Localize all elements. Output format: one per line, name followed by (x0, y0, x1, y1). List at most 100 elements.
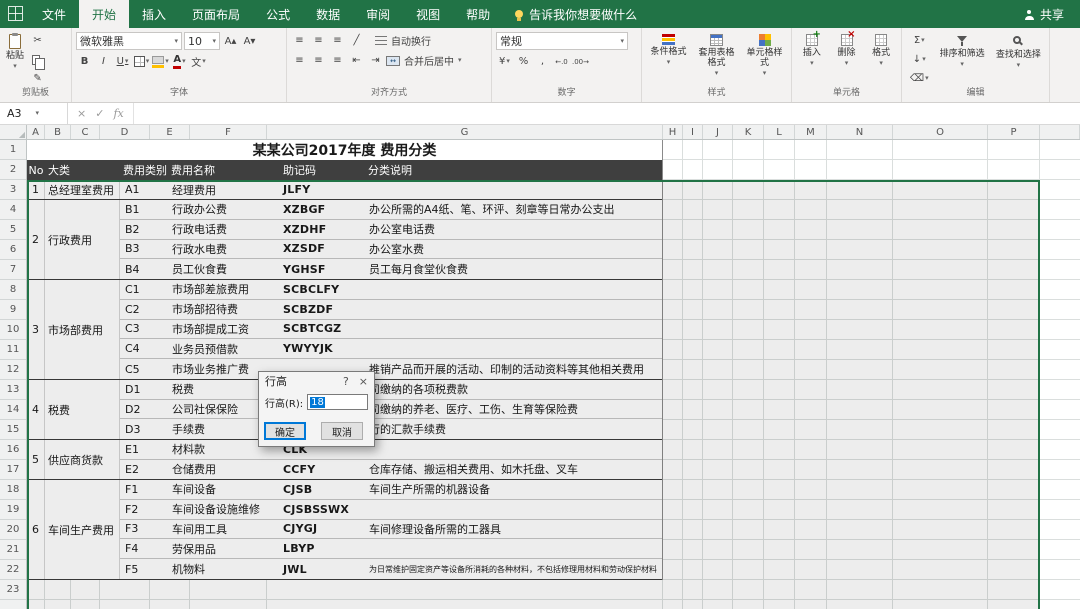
formula-input[interactable] (134, 103, 1080, 124)
cell-mnemonic[interactable]: XZBGF (280, 203, 365, 216)
cell-expense-name[interactable]: 劳保用品 (168, 541, 280, 557)
column-header-D[interactable]: D (100, 125, 150, 139)
cell-category[interactable]: 总经理室费用 (45, 180, 120, 199)
cell-expense-name[interactable]: 员工伙食費 (168, 261, 280, 277)
increase-indent-button[interactable]: ⇥ (367, 52, 384, 69)
cell-mnemonic[interactable]: SCBCLFY (280, 283, 365, 296)
cell-expense-code[interactable]: F2 (120, 503, 168, 516)
select-all-corner[interactable]: ◢ (0, 125, 27, 140)
number-format-select[interactable]: 常规 ▾ (496, 32, 628, 50)
find-select-button[interactable]: 查找和选择 ▾ (992, 32, 1045, 87)
cell-mnemonic[interactable]: YWYYJK (280, 342, 365, 355)
cell-description[interactable]: 车间生产所需的机器设备 (365, 481, 662, 497)
cell-expense-code[interactable]: B2 (120, 223, 168, 236)
tab-公式[interactable]: 公式 (253, 0, 303, 28)
row-header-14[interactable]: 14 (0, 400, 26, 420)
column-header-C[interactable]: C (71, 125, 100, 139)
cell-expense-name[interactable]: 业务员预借款 (168, 341, 280, 357)
tab-视图[interactable]: 视图 (403, 0, 453, 28)
sort-filter-button[interactable]: 排序和筛选 ▾ (936, 32, 989, 87)
align-right-button[interactable]: ≡ (329, 52, 346, 69)
row-header-18[interactable]: 18 (0, 480, 26, 500)
row-header-11[interactable]: 11 (0, 340, 26, 360)
row-height-input[interactable]: 18 (307, 394, 368, 410)
cell-expense-code[interactable]: B3 (120, 242, 168, 255)
column-header-K[interactable]: K (733, 125, 764, 139)
row-header-20[interactable]: 20 (0, 520, 26, 540)
row-header-6[interactable]: 6 (0, 240, 26, 260)
cell-expense-name[interactable]: 仓储费用 (168, 461, 280, 477)
row-header-2[interactable]: 2 (0, 160, 26, 180)
font-name-select[interactable]: 微软雅黑 ▾ (76, 32, 182, 50)
align-left-button[interactable]: ≡ (291, 52, 308, 69)
font-color-button[interactable]: A▾ (171, 53, 188, 70)
column-header-F[interactable]: F (190, 125, 267, 139)
row-header-17[interactable]: 17 (0, 460, 26, 480)
cell-expense-code[interactable]: B1 (120, 203, 168, 216)
cell-group-number[interactable]: 3 (27, 280, 45, 379)
column-header-O[interactable]: O (893, 125, 988, 139)
cell-description[interactable]: 行的汇款手续费 (365, 421, 662, 437)
fill-color-button[interactable]: ▾ (152, 53, 169, 70)
cell-expense-code[interactable]: A1 (120, 183, 168, 196)
cell-group-number[interactable]: 2 (27, 200, 45, 279)
fill-button[interactable]: ↓▾ (906, 51, 933, 68)
font-size-select[interactable]: 10 ▾ (184, 32, 220, 50)
cancel-entry-icon[interactable]: × (77, 107, 86, 120)
grow-font-button[interactable]: A▴ (222, 33, 239, 50)
cell-description[interactable]: 车间修理设备所需的工器具 (365, 521, 662, 537)
ok-button[interactable]: 确定 (264, 422, 306, 440)
row-header-16[interactable]: 16 (0, 440, 26, 460)
cell-expense-name[interactable]: 行政办公费 (168, 201, 280, 217)
align-top-button[interactable]: ≡ (291, 32, 308, 49)
share-button[interactable]: 共享 (1009, 0, 1080, 28)
cell-expense-code[interactable]: E1 (120, 443, 168, 456)
cell-expense-name[interactable]: 车间设备设施维修 (168, 501, 280, 517)
cell-expense-code[interactable]: F3 (120, 522, 168, 535)
conditional-formatting-button[interactable]: 条件格式 ▾ (646, 32, 691, 87)
column-header-P[interactable]: P (988, 125, 1040, 139)
cell-expense-name[interactable]: 机物料 (168, 561, 280, 577)
column-header-M[interactable]: M (795, 125, 827, 139)
row-header-13[interactable]: 13 (0, 380, 26, 400)
cell-mnemonic[interactable]: CJYGJ (280, 522, 365, 535)
cell-group-number[interactable]: 5 (27, 440, 45, 479)
cell-group-number[interactable]: 1 (27, 180, 45, 199)
cell-description[interactable]: 为日常维护固定资产等设备所消耗的各种材料，不包括修理用材料和劳动保护材料 (365, 564, 662, 575)
close-icon[interactable]: × (359, 375, 368, 388)
paste-button[interactable]: 粘贴 ▾ (4, 32, 26, 87)
cancel-button[interactable]: 取消 (321, 422, 363, 440)
cell-expense-code[interactable]: D1 (120, 383, 168, 396)
row-header-7[interactable]: 7 (0, 260, 26, 280)
dialog-title-bar[interactable]: 行高 ? × (259, 372, 374, 390)
orientation-button[interactable]: ╱ (348, 32, 365, 49)
cell-mnemonic[interactable]: SCBTCGZ (280, 322, 365, 335)
cell-expense-code[interactable]: E2 (120, 463, 168, 476)
row-header-23[interactable]: 23 (0, 580, 26, 600)
cut-button[interactable]: ✂ (29, 32, 46, 49)
row-header-3[interactable]: 3 (0, 180, 26, 200)
cell-expense-code[interactable]: F1 (120, 483, 168, 496)
row-header-8[interactable]: 8 (0, 280, 26, 300)
cell-expense-code[interactable]: F4 (120, 542, 168, 555)
cell-description[interactable]: 推销产品而开展的活动、印制的活动资料等其他相关费用 (365, 361, 662, 377)
cell-expense-name[interactable]: 车间设备 (168, 481, 280, 497)
cell-mnemonic[interactable]: CCFY (280, 463, 365, 476)
column-header-G[interactable]: G (267, 125, 663, 139)
cell-description[interactable]: 员工每月食堂伙食费 (365, 261, 662, 277)
cell-expense-code[interactable]: C3 (120, 322, 168, 335)
cell-expense-code[interactable]: B4 (120, 263, 168, 276)
cell-description[interactable]: 司缴纳的各项税费款 (365, 381, 662, 397)
table-header-cell[interactable]: No (27, 164, 45, 177)
clear-button[interactable]: ⌫▾ (906, 70, 933, 87)
accounting-format-button[interactable]: ¥▾ (496, 53, 513, 70)
name-box[interactable]: A3 ▾ (0, 103, 68, 124)
column-header-H[interactable]: H (663, 125, 683, 139)
tab-帮助[interactable]: 帮助 (453, 0, 503, 28)
align-bottom-button[interactable]: ≡ (329, 32, 346, 49)
copy-button[interactable] (29, 51, 46, 68)
align-middle-button[interactable]: ≡ (310, 32, 327, 49)
shrink-font-button[interactable]: A▾ (241, 33, 258, 50)
cell-expense-name[interactable]: 经理费用 (168, 182, 280, 198)
cell-expense-code[interactable]: C5 (120, 363, 168, 376)
